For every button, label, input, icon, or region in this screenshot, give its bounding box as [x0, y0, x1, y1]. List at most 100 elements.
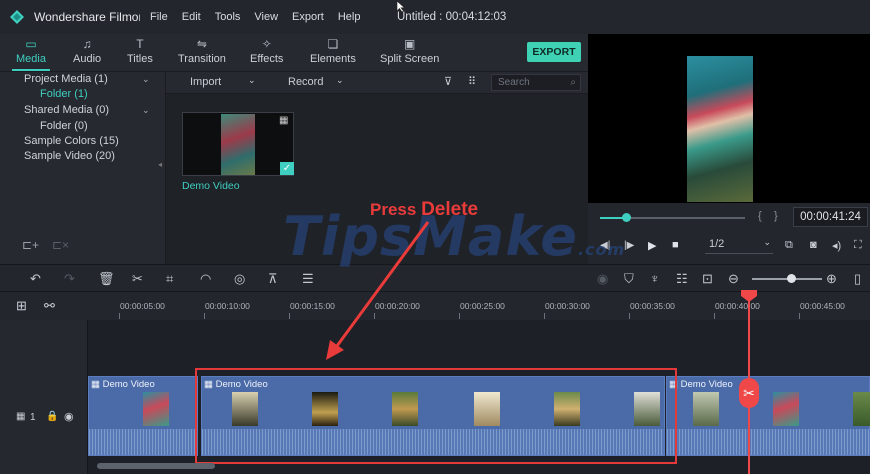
import-dropdown-icon[interactable]: ⌄	[248, 75, 256, 86]
playhead-handle-icon[interactable]	[740, 290, 758, 302]
chevron-down-icon: ⌄	[763, 237, 771, 247]
tab-audio[interactable]: ♫ Audio	[73, 37, 101, 65]
stop-icon[interactable]: ■	[672, 239, 679, 251]
export-button[interactable]: EXPORT	[527, 42, 581, 62]
library-project-media[interactable]: Project Media (1)	[24, 73, 108, 85]
menu-help[interactable]: Help	[338, 11, 361, 23]
volume-icon[interactable]: ◂)	[832, 239, 841, 252]
import-button[interactable]: Import	[190, 76, 221, 88]
film-icon: ▦	[279, 115, 289, 126]
ruler-tick-line	[799, 313, 800, 319]
tab-media-label: Media	[16, 53, 46, 65]
title-bar: Wondershare Filmora File Edit Tools View…	[0, 0, 870, 34]
tab-effects[interactable]: ✧ Effects	[250, 37, 283, 65]
filter-icon[interactable]: ⊽	[444, 75, 452, 88]
green-screen-icon[interactable]: ⊼	[268, 271, 278, 287]
redo-icon[interactable]: ↷	[64, 271, 75, 287]
library-folder-1[interactable]: Folder (1)	[40, 88, 88, 100]
new-folder-icon[interactable]: ⊏+	[22, 238, 39, 252]
zoom-slider-handle[interactable]	[787, 274, 796, 283]
undo-icon[interactable]: ↶	[30, 271, 41, 287]
tab-split-screen[interactable]: ▣ Split Screen	[380, 37, 439, 65]
library-sample-colors[interactable]: Sample Colors (15)	[24, 135, 119, 147]
text-icon: T	[136, 37, 144, 51]
tab-audio-label: Audio	[73, 53, 102, 65]
ruler-tick: 00:00:30:00	[545, 301, 590, 311]
timeline-clip[interactable]: ▦ Demo Video	[666, 376, 870, 456]
timeline-scrollbar[interactable]	[97, 463, 215, 469]
delete-folder-icon[interactable]: ⊏×	[52, 238, 69, 252]
menu-view[interactable]: View	[254, 11, 278, 23]
selection-highlight-box	[195, 368, 677, 464]
collapse-arrow-icon[interactable]: ◂	[158, 160, 162, 169]
zoom-in-icon[interactable]: ⊕	[826, 271, 837, 287]
fit-icon[interactable]: ⊡	[702, 271, 713, 287]
marker-icon[interactable]: ⛉	[624, 271, 634, 287]
pause-column-icon[interactable]: ▯	[854, 271, 861, 287]
checkmark-icon: ✓	[280, 162, 294, 175]
ruler-tick: 00:00:35:00	[630, 301, 675, 311]
record-dropdown-icon[interactable]: ⌄	[336, 75, 344, 86]
microphone-icon[interactable]: ♆	[650, 271, 660, 286]
speed-icon[interactable]: ◠	[200, 271, 211, 287]
film-icon: ▦	[91, 379, 103, 390]
clip-label: ▦ Demo Video	[669, 379, 733, 390]
scissors-icon[interactable]: ✂	[739, 378, 759, 408]
ruler-tick-line	[544, 313, 545, 319]
library-shared-media[interactable]: Shared Media (0)	[24, 104, 109, 116]
color-icon[interactable]: ◎	[234, 271, 245, 287]
clip-label: ▦ Demo Video	[91, 379, 155, 390]
clip-thumbnail	[773, 392, 799, 426]
grid-view-icon[interactable]: ⠿	[468, 75, 476, 88]
library-folder-0[interactable]: Folder (0)	[40, 120, 88, 132]
ruler-tick-line	[629, 313, 630, 319]
timeline-clip[interactable]: ▦ Demo Video	[88, 376, 198, 456]
quality-select[interactable]: 1/2 ⌄	[705, 236, 773, 254]
chevron-down-icon[interactable]: ⌄	[142, 74, 150, 85]
cut-icon[interactable]: ✂	[132, 271, 143, 287]
ruler-tick: 00:00:10:00	[205, 301, 250, 311]
record-button[interactable]: Record	[288, 76, 323, 88]
audio-mixer-icon[interactable]: ☰	[302, 271, 314, 287]
tab-titles-label: Titles	[127, 53, 153, 65]
ruler-tick-line	[119, 313, 120, 319]
search-input[interactable]: Search ⌕	[491, 74, 581, 91]
menu-edit[interactable]: Edit	[182, 11, 201, 23]
preview-timecode: 00:00:41:24	[793, 207, 868, 227]
menu-tools[interactable]: Tools	[215, 11, 241, 23]
play-icon[interactable]: ▶	[648, 239, 656, 252]
tab-elements[interactable]: ❏ Elements	[310, 37, 356, 65]
folder-icon: ▭	[25, 37, 37, 51]
mark-in-icon[interactable]: {	[758, 210, 762, 222]
annotation-press: Press	[370, 200, 417, 219]
tab-split-screen-label: Split Screen	[380, 53, 440, 65]
menu-file[interactable]: File	[150, 11, 168, 23]
audio-waveform	[667, 429, 869, 455]
next-frame-icon[interactable]: |▶	[624, 240, 634, 251]
lock-icon[interactable]: 🔒	[46, 411, 58, 422]
render-icon[interactable]: ◉	[597, 271, 608, 287]
tab-media[interactable]: ▭ Media	[12, 37, 50, 71]
search-placeholder: Search	[498, 77, 530, 88]
library-sample-video[interactable]: Sample Video (20)	[24, 150, 115, 162]
chevron-down-icon[interactable]: ⌄	[142, 105, 150, 116]
menu-export[interactable]: Export	[292, 11, 324, 23]
display-settings-icon[interactable]: ⧉	[785, 239, 793, 252]
crop-icon[interactable]: ⌗	[166, 271, 173, 287]
link-icon[interactable]: ⚯	[44, 298, 55, 314]
mark-out-icon[interactable]: }	[774, 210, 778, 222]
ruler-tick: 00:00:25:00	[460, 301, 505, 311]
zoom-out-icon[interactable]: ⊖	[728, 271, 739, 287]
fullscreen-icon[interactable]: ⛶	[854, 239, 862, 252]
delete-icon[interactable]: 🗑	[98, 271, 115, 287]
ruler-tick: 00:00:45:00	[800, 301, 845, 311]
media-tabs: ▭ Media ♫ Audio T Titles ⇋ Transition ✧ Effec…	[0, 34, 588, 72]
voiceover-icon[interactable]: ☷	[676, 271, 688, 287]
eye-icon[interactable]: ◉	[64, 410, 74, 423]
tab-titles[interactable]: T Titles	[127, 37, 153, 65]
snapshot-icon[interactable]: ◙	[810, 239, 817, 251]
tab-transition[interactable]: ⇋ Transition	[178, 37, 226, 65]
media-thumbnail[interactable]: ▦ ✓	[182, 112, 294, 176]
mouse-cursor-icon	[396, 1, 406, 13]
add-track-icon[interactable]: ⊞	[16, 298, 27, 314]
